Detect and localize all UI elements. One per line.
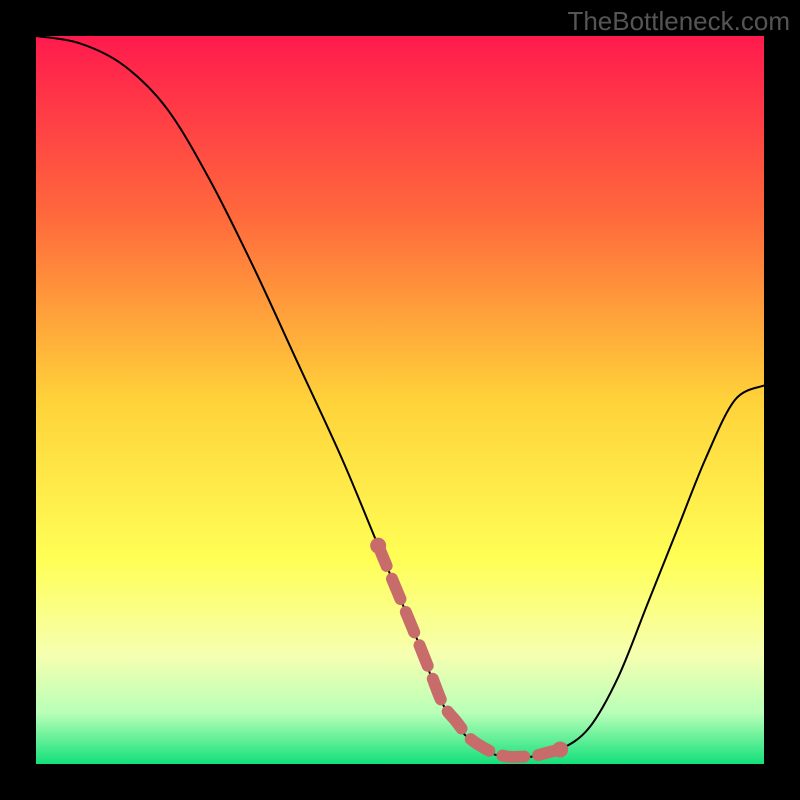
plot-area <box>36 36 764 764</box>
bottleneck-curve <box>36 36 764 758</box>
watermark-text: TheBottleneck.com <box>567 6 790 37</box>
chart-frame: TheBottleneck.com <box>0 0 800 800</box>
chart-overlay <box>36 36 764 764</box>
highlight-dot-right <box>552 741 568 757</box>
flat-bottom-highlight <box>378 546 560 757</box>
highlight-dot-left <box>370 538 386 554</box>
